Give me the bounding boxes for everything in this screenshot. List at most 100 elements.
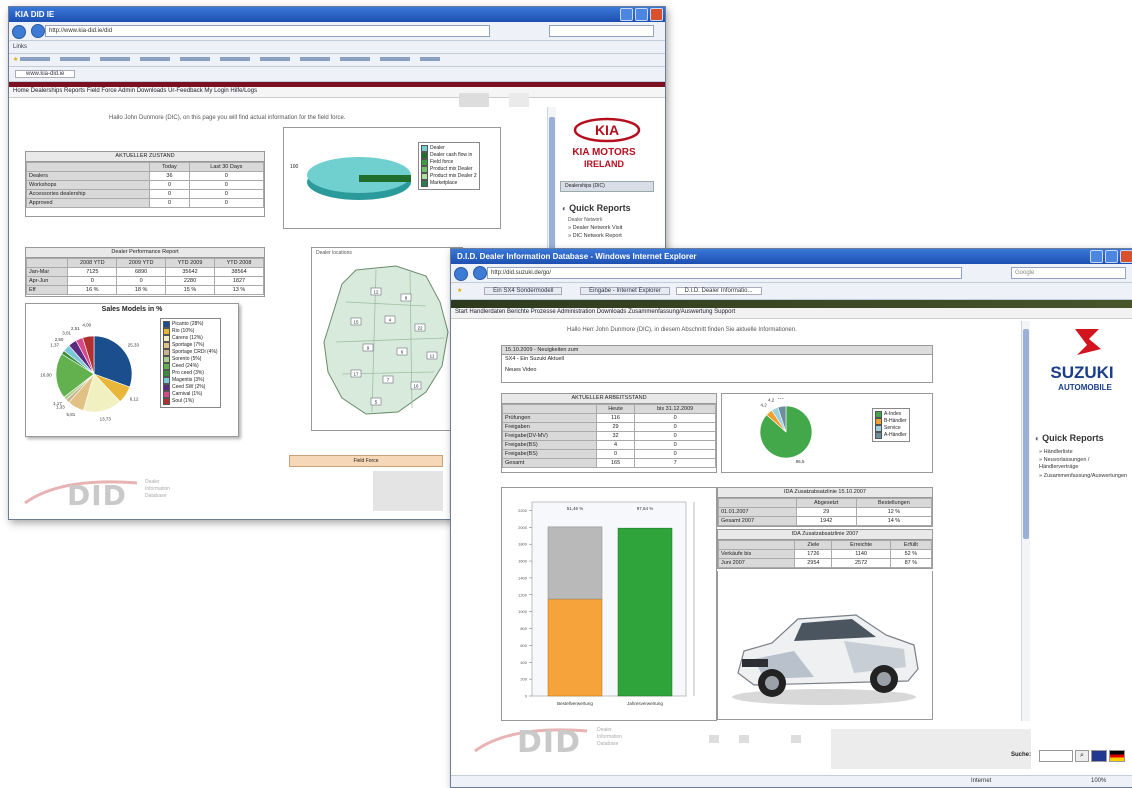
pie-value-label: 2,51 [71, 326, 80, 331]
svg-text:KIA: KIA [595, 122, 619, 138]
y-tick-label: 0 [525, 694, 528, 699]
suzuki-sx4-rally-car-image [732, 614, 919, 705]
legend-entry: Pro ceed (3%) [163, 370, 218, 377]
did-logo-text: Database [145, 493, 167, 499]
table-title: Dealer Performance Report [26, 248, 264, 258]
favorites-star-icon[interactable]: ★ [457, 288, 462, 294]
kia-tab-row: www.kia-did.ie [9, 67, 665, 82]
kia-window-title: KIA DID IE [15, 10, 55, 19]
back-icon[interactable] [12, 25, 26, 39]
suzuki-header-bar [451, 300, 1132, 308]
legend-swatch [421, 166, 428, 173]
pie-value-label: 4,2 [761, 402, 768, 407]
legend-label: Carnival (1%) [172, 391, 203, 397]
forward-icon[interactable] [30, 23, 45, 38]
favorites-links-strip[interactable] [20, 57, 441, 62]
quick-reports-subtitle: Dealer Network [568, 217, 603, 223]
legend-swatch [421, 159, 428, 166]
quick-link[interactable]: » Neuvorlassungen / Händlerverträge [1039, 457, 1129, 471]
kia-pie-legend: Picanto (28%) Rio (10%) Carens (12%) Sporta… [160, 318, 221, 408]
suzuki-address-bar[interactable]: http://did.suzuki.de/go/ [487, 267, 962, 279]
quick-reports-title: Quick Reports [569, 203, 631, 213]
kia-did-logo: DID Dealer Information Database [21, 473, 241, 513]
legend-swatch [163, 391, 170, 398]
decorative-block [831, 729, 1031, 769]
minimize-button[interactable] [620, 8, 633, 21]
ireland-map[interactable]: 12815 4229611177165 [316, 262, 456, 422]
status-grid: Today Last 30 Days Dealers 36 0 Workshops 0 0… [25, 162, 265, 208]
kia-pie-chart: 25,336,1213,735,811,331,1716,001,372,503… [40, 323, 139, 422]
browser-tab[interactable]: D.I.D. Dealer Informatio... [675, 287, 762, 295]
did-logo-letters: DID [67, 479, 127, 512]
news-line[interactable]: SX4 - Ein Suzuki Aktuell [502, 355, 932, 363]
pie-value-label: 4,00 [82, 323, 91, 328]
back-icon[interactable] [454, 267, 468, 281]
search-icon[interactable]: ⌕ [1075, 750, 1089, 762]
scrollbar-thumb[interactable] [549, 117, 555, 267]
kia-tab[interactable]: www.kia-did.ie [15, 70, 76, 78]
ring-slice-green [359, 175, 411, 182]
legend-label: Service [884, 425, 901, 431]
search-input[interactable] [1039, 750, 1073, 762]
suzuki-car-image-panel [717, 571, 933, 720]
maximize-button[interactable] [635, 8, 648, 21]
status-zoom[interactable]: 100% [1091, 776, 1106, 787]
bar-value-label: 51,46 % [567, 506, 584, 511]
kia-search-box[interactable] [549, 25, 654, 37]
quick-reports-icon: ◐ [1035, 434, 1040, 443]
suzuki-window-title: D.I.D. Dealer Information Database - Win… [457, 252, 697, 261]
suzuki-nav-links[interactable]: Start Handlerdaten Berichte Prozesse Adm… [451, 308, 1132, 319]
y-tick-label: 400 [520, 660, 527, 665]
pie-value-label: 16,00 [40, 372, 52, 377]
legend-label: Soul (1%) [172, 398, 194, 404]
favorites-star-icon[interactable]: ★ [13, 57, 18, 63]
quick-link[interactable]: » Dealer Network Visit [568, 225, 622, 231]
legend-swatch [875, 425, 882, 432]
field-force-button[interactable]: Field Force [289, 455, 443, 467]
legend-label: Pro ceed (3%) [172, 370, 204, 376]
map-badge-label: 11 [430, 354, 435, 359]
table-title: AKTUELLER ARBEITSSTAND [502, 394, 716, 404]
uk-flag-icon[interactable] [1091, 750, 1107, 762]
legend-entry: Carens (12%) [163, 335, 218, 342]
suzuki-search-box[interactable]: Google [1011, 267, 1126, 279]
kia-dealer-dropdown[interactable]: Dealerships (DIC) [560, 181, 654, 192]
ring-chart-legend: Dealer Dealer cash flow in Field force Prod… [418, 142, 480, 190]
quick-link[interactable]: » DIC Network Report [568, 233, 622, 239]
close-button[interactable] [1120, 250, 1132, 263]
legend-entry: Dealer [421, 145, 477, 152]
legend-swatch [875, 411, 882, 418]
kia-nav-links[interactable]: Home Dealerships Reports Field Force Adm… [9, 87, 665, 98]
browser-tab[interactable]: Ein SX4 Sondermodell [484, 287, 563, 295]
news-date: 15.10.2009 - Neuigkeiten zum [502, 346, 932, 355]
kia-address-bar[interactable]: http://www.kia-did.ie/did [45, 25, 490, 37]
map-badge-label: 17 [353, 372, 359, 377]
legend-swatch [163, 363, 170, 370]
y-tick-label: 1200 [518, 592, 528, 597]
maximize-button[interactable] [1105, 250, 1118, 263]
bar-segment [547, 598, 603, 697]
table-row: Freigabe(BS) 4 0 [502, 440, 716, 450]
suzuki-mini-pie-panel: 86,54,24,25,1 A-IndexB-HändlerServiceA-H… [721, 393, 933, 473]
browser-tab[interactable]: Eingabe - Internet Explorer [580, 287, 670, 295]
suzuki-title-bar: D.I.D. Dealer Information Database - Win… [451, 249, 1132, 264]
suzuki-bar-chart-panel: 0 200 400 600 800 1000 1200 1400 1600 1800 2000 220… [501, 487, 717, 721]
news-line[interactable]: Neues Video [502, 363, 932, 373]
forward-icon[interactable] [472, 265, 487, 280]
perf-grid: 2008 YTD 2009 YTD YTD 2009 YTD 2008 Jan-Mar… [25, 258, 264, 295]
quick-link[interactable]: » Händlerliste [1039, 449, 1073, 455]
close-button[interactable] [650, 8, 663, 21]
suzuki-sidebar: SUZUKI AUTOMOBILE ◐ Quick Reports » Händ… [1031, 321, 1132, 621]
german-flag-icon[interactable] [1109, 750, 1125, 762]
minimize-button[interactable] [1090, 250, 1103, 263]
legend-entry: Sportage CRDi (4%) [163, 349, 218, 356]
table-row: Prüfungen 116 0 [502, 413, 716, 423]
table-row: Freigabe(BS) 0 0 [502, 449, 716, 459]
table-row: 01.01.2007 29 12 % [718, 507, 933, 517]
scrollbar-thumb[interactable] [1023, 329, 1029, 539]
quick-link[interactable]: » Zusammenfassung/Auswertungen [1039, 473, 1132, 479]
table-row: Dealers 36 0 [25, 171, 265, 181]
legend-entry: Sorento (5%) [163, 356, 218, 363]
legend-entry: Sportage (7%) [163, 342, 218, 349]
did-logo-text: Dealer [597, 727, 612, 733]
